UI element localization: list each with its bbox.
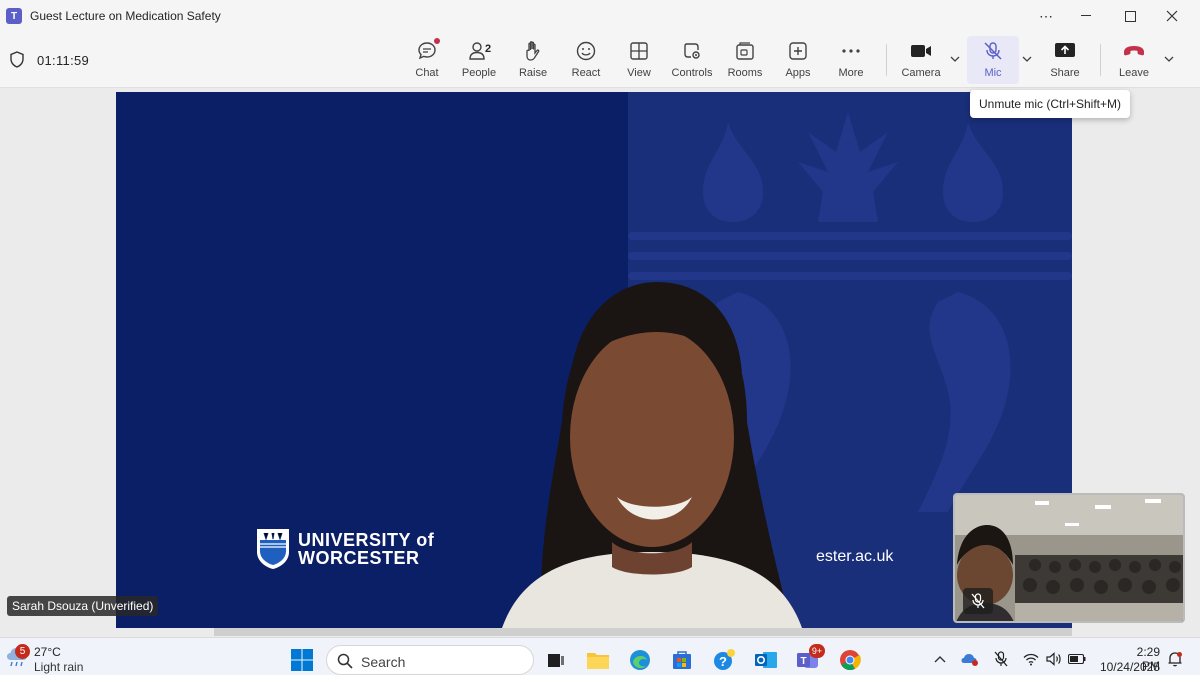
- smiley-icon: [575, 40, 597, 62]
- mic-button[interactable]: Mic: [967, 36, 1019, 84]
- wifi-icon[interactable]: [1022, 650, 1040, 668]
- svg-text:T: T: [800, 656, 806, 667]
- camera-options-chevron-icon[interactable]: [948, 52, 962, 66]
- people-label: People: [461, 67, 497, 79]
- weather-temperature[interactable]: 27°C: [34, 645, 61, 659]
- apps-button[interactable]: Apps: [772, 36, 824, 84]
- share-label: Share: [1050, 67, 1080, 79]
- edge-browser-icon[interactable]: [627, 647, 653, 673]
- teams-notification-badge: 9+: [809, 644, 825, 658]
- self-view-mic-muted-icon: [963, 588, 993, 614]
- presenter-video: UNIVERSITY of WORCESTER ester.ac.uk: [116, 92, 1072, 628]
- mic-options-chevron-icon[interactable]: [1020, 52, 1034, 66]
- raise-hand-button[interactable]: Raise: [507, 36, 559, 84]
- windows-taskbar: 5 27°C Light rain Search ? T 9+ 2:29 PM …: [0, 637, 1200, 675]
- search-icon: [337, 653, 353, 669]
- raise-label: Raise: [518, 67, 548, 79]
- rooms-label: Rooms: [727, 67, 763, 79]
- teams-logo-icon: T: [6, 8, 22, 24]
- presenter-figure: [502, 282, 802, 628]
- camera-label: Camera: [901, 67, 941, 79]
- mic-label: Mic: [984, 67, 1002, 79]
- battery-icon[interactable]: [1068, 650, 1086, 668]
- chat-notification-dot: [434, 38, 440, 44]
- task-view-icon[interactable]: [543, 647, 569, 673]
- meeting-toolbar: 01:11:59 Chat 2 People Raise React View: [0, 32, 1200, 88]
- leave-label: Leave: [1119, 67, 1149, 79]
- onedrive-error-icon[interactable]: [961, 650, 979, 668]
- maximize-button[interactable]: [1108, 0, 1152, 32]
- university-logo: UNIVERSITY of WORCESTER: [256, 528, 434, 570]
- svg-text:?: ?: [719, 654, 727, 669]
- controls-label: Controls: [671, 67, 713, 79]
- clock-date[interactable]: 10/24/2025: [1098, 660, 1160, 674]
- taskbar-search-box[interactable]: Search: [326, 645, 534, 675]
- share-screen-icon: [1054, 40, 1076, 62]
- more-options-icon[interactable]: ⋯: [1024, 0, 1068, 32]
- university-crest-icon: [257, 529, 289, 569]
- window-title: Guest Lecture on Medication Safety: [30, 9, 221, 23]
- chat-label: Chat: [415, 67, 439, 79]
- meeting-timer: 01:11:59: [37, 53, 90, 68]
- windows-start-icon[interactable]: [290, 648, 314, 672]
- view-button[interactable]: View: [613, 36, 665, 84]
- mic-off-icon: [982, 40, 1004, 62]
- more-button[interactable]: More: [825, 36, 877, 84]
- add-apps-icon: [787, 40, 809, 62]
- chat-button[interactable]: Chat: [401, 36, 453, 84]
- shield-icon: [10, 51, 24, 68]
- leave-options-chevron-icon[interactable]: [1162, 52, 1176, 66]
- show-hidden-icons-chevron-icon[interactable]: [931, 650, 949, 668]
- volume-icon[interactable]: [1045, 650, 1063, 668]
- grid-view-icon: [628, 40, 650, 62]
- toolbar-divider: [1100, 44, 1101, 76]
- university-url: ester.ac.uk: [816, 548, 894, 565]
- people-button[interactable]: 2 People: [453, 36, 505, 84]
- title-bar: T Guest Lecture on Medication Safety ⋯: [0, 0, 1200, 32]
- university-name-line2: WORCESTER: [298, 548, 420, 568]
- chat-icon: [416, 38, 440, 62]
- speaker-name-label: Sarah Dsouza (Unverified): [7, 596, 159, 616]
- weather-description[interactable]: Light rain: [34, 660, 83, 674]
- presentation-strip: [214, 628, 1072, 636]
- apps-label: Apps: [785, 67, 811, 79]
- share-button[interactable]: Share: [1039, 36, 1091, 84]
- chrome-browser-icon[interactable]: [837, 647, 863, 673]
- more-label: More: [838, 67, 864, 79]
- people-count: 2: [485, 43, 492, 55]
- microphone-muted-icon[interactable]: [992, 650, 1010, 668]
- hang-up-icon: [1123, 40, 1145, 62]
- university-name-line1: UNIVERSITY of: [298, 530, 435, 550]
- file-explorer-icon[interactable]: [585, 647, 611, 673]
- notification-bell-icon[interactable]: [1166, 650, 1184, 668]
- react-button[interactable]: React: [560, 36, 612, 84]
- view-label: View: [627, 67, 651, 79]
- outlook-icon[interactable]: [753, 647, 779, 673]
- controls-icon: [681, 40, 703, 62]
- minimize-button[interactable]: [1064, 0, 1108, 32]
- help-icon[interactable]: ?: [711, 647, 737, 673]
- react-label: React: [571, 67, 601, 79]
- people-icon: 2: [468, 40, 492, 62]
- weather-alert-badge: 5: [15, 644, 30, 659]
- search-placeholder: Search: [361, 654, 406, 670]
- controls-button[interactable]: Controls: [666, 36, 718, 84]
- camera-button[interactable]: Camera: [895, 36, 947, 84]
- microsoft-store-icon[interactable]: [669, 647, 695, 673]
- camera-icon: [910, 40, 932, 62]
- close-button[interactable]: [1150, 0, 1194, 32]
- self-view-video[interactable]: [953, 493, 1185, 623]
- toolbar-divider: [886, 44, 887, 76]
- rooms-icon: [734, 40, 756, 62]
- hand-icon: [522, 40, 544, 62]
- mic-tooltip: Unmute mic (Ctrl+Shift+M): [970, 90, 1130, 118]
- leave-button[interactable]: Leave: [1108, 36, 1160, 84]
- rooms-button[interactable]: Rooms: [719, 36, 771, 84]
- ellipsis-icon: [840, 40, 862, 62]
